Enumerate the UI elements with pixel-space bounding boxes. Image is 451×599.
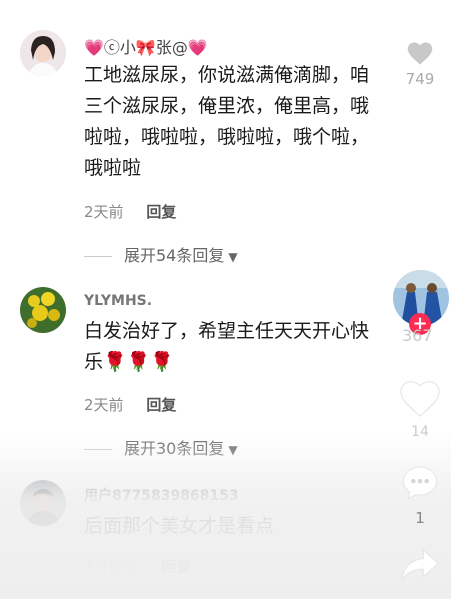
avatar[interactable] bbox=[20, 30, 66, 76]
like-count: 749 bbox=[405, 70, 435, 88]
creator-like-count: 367 bbox=[402, 326, 433, 345]
like-count: 14 bbox=[411, 424, 429, 440]
share-arrow-icon bbox=[401, 548, 440, 581]
reply-button[interactable]: 回复 bbox=[146, 203, 176, 221]
comment-text: 白发治好了，希望主任天天开心快乐🌹🌹🌹 bbox=[84, 320, 370, 373]
comment-text: 工地滋尿尿，你说滋满俺滴脚，咱三个滋尿尿，俺里浓，俺里高，哦啦啦，哦啦啦，哦啦啦… bbox=[84, 64, 370, 179]
comment-meta: 2天前 回复 bbox=[84, 394, 176, 415]
divider bbox=[84, 449, 112, 450]
comment-time: 3分钟前 bbox=[84, 558, 139, 576]
comment-action[interactable]: 1 bbox=[396, 463, 444, 527]
expand-replies-button[interactable]: 展开54条回复 ▼ bbox=[84, 242, 238, 266]
comment-time: 2天前 bbox=[84, 396, 124, 414]
comment-meta: 3分钟前 回复 bbox=[84, 556, 191, 577]
heart-icon[interactable] bbox=[406, 40, 434, 66]
comment-time: 2天前 bbox=[84, 203, 124, 221]
expand-replies-button[interactable]: 展开30条回复 ▼ bbox=[84, 435, 238, 459]
avatar[interactable] bbox=[20, 287, 66, 333]
share-action[interactable] bbox=[398, 548, 442, 586]
divider bbox=[84, 256, 112, 257]
comment-count: 1 bbox=[415, 509, 425, 527]
comment-author[interactable]: YLYMHS. bbox=[84, 293, 152, 309]
caret-down-icon: ▼ bbox=[228, 250, 238, 264]
like-column: 749 bbox=[398, 40, 442, 88]
comment-author[interactable]: 用户8775839868153 bbox=[84, 485, 239, 505]
reply-button[interactable]: 回复 bbox=[146, 396, 176, 414]
comment-meta: 2天前 回复 bbox=[84, 201, 176, 222]
comment-bubble-icon bbox=[402, 466, 438, 500]
avatar[interactable] bbox=[20, 480, 66, 526]
like-action[interactable]: 14 bbox=[396, 378, 444, 440]
comment-text: 后面那个美女才是看点 bbox=[84, 515, 275, 537]
heart-icon bbox=[400, 381, 440, 417]
caret-down-icon: ▼ bbox=[228, 443, 238, 457]
reply-button[interactable]: 回复 bbox=[161, 558, 191, 576]
comment-author[interactable]: 💗ⓒ小🎀张@💗 bbox=[84, 34, 208, 58]
